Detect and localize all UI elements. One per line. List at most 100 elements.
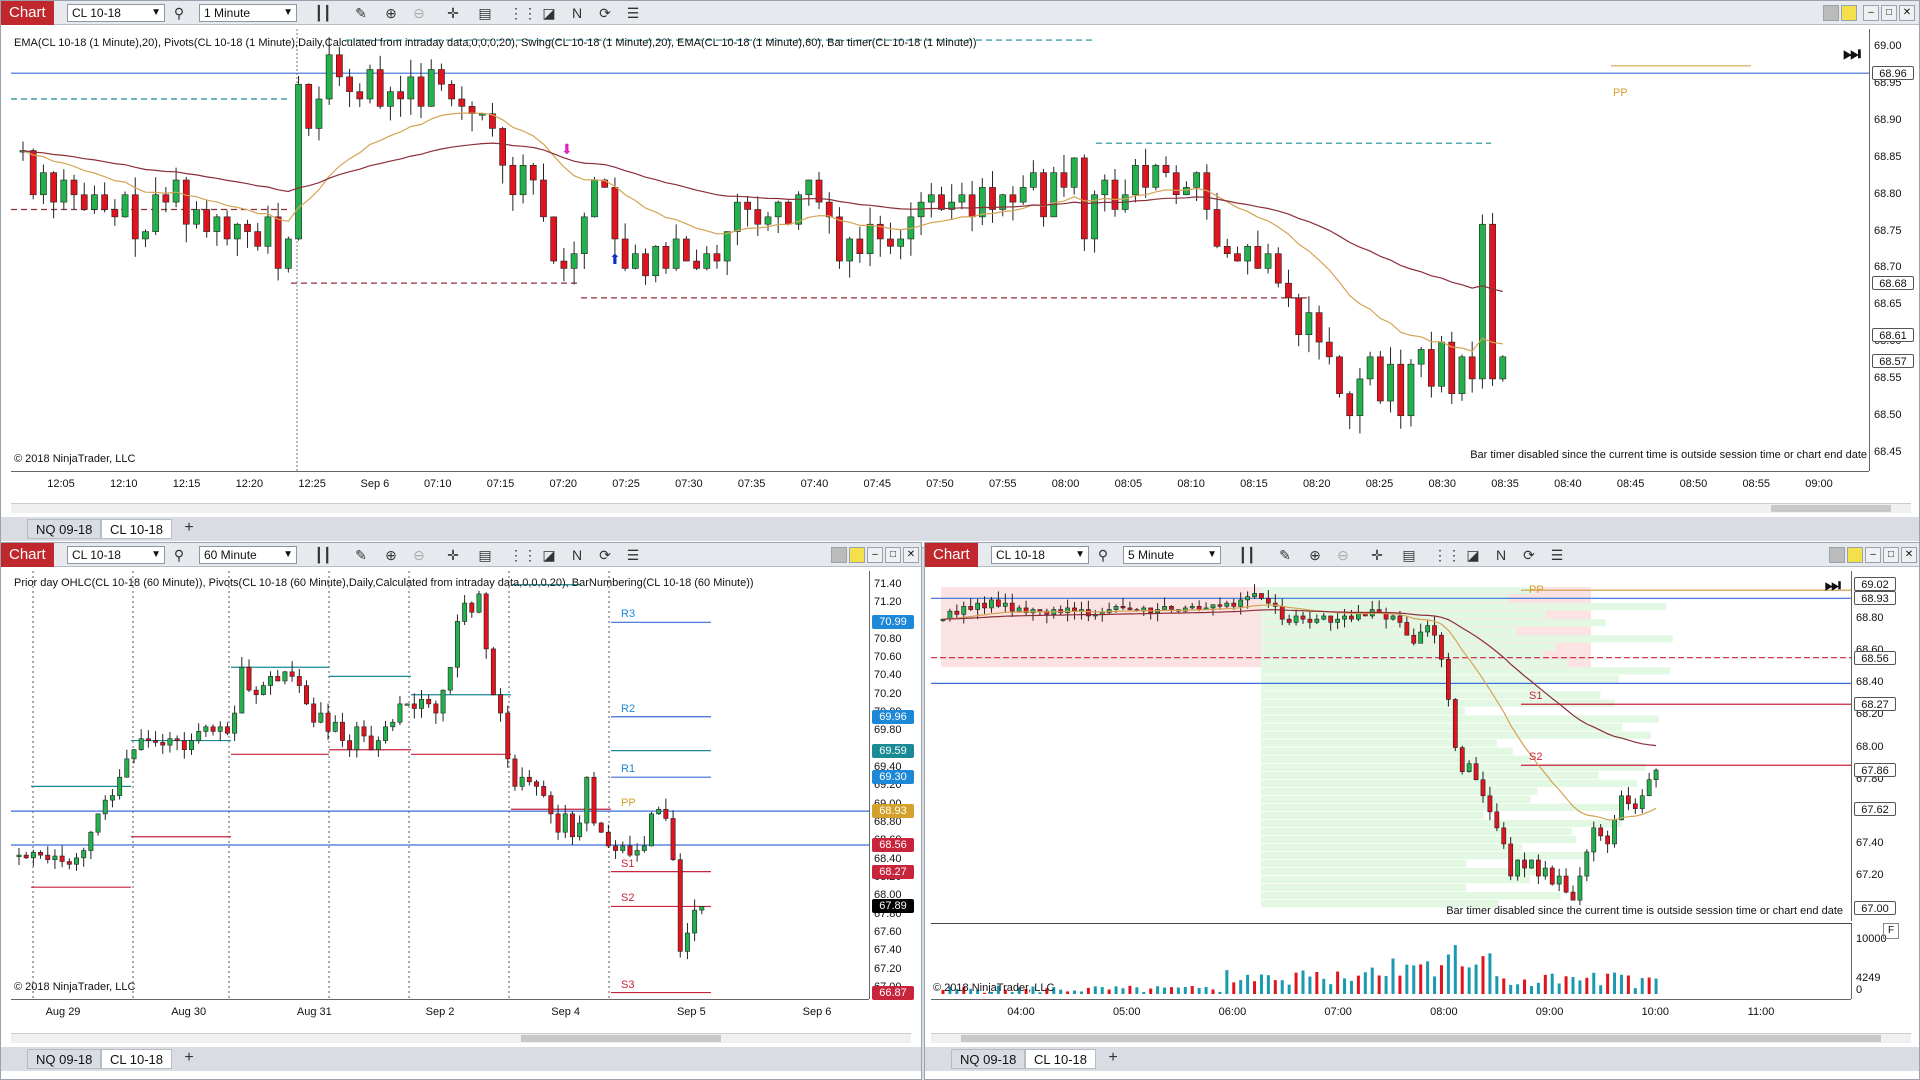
candle-body bbox=[1418, 631, 1424, 644]
zoom-out-icon[interactable]: ⊖ bbox=[1333, 545, 1353, 565]
interval-selector[interactable]: 5 Minute ▼ bbox=[1123, 546, 1221, 564]
price-panel[interactable]: Prior day OHLC(CL 10-18 (60 Minute)), Pi… bbox=[11, 571, 869, 999]
interval-selector[interactable]: 1 Minute ▼ bbox=[199, 4, 297, 22]
zoom-in-icon[interactable]: ⊕ bbox=[381, 545, 401, 565]
drawing-tools-icon[interactable]: N bbox=[567, 3, 587, 23]
indicators-icon[interactable]: ⋮⋮ bbox=[509, 3, 537, 23]
maximize-button[interactable]: □ bbox=[1883, 547, 1899, 563]
price-tick: 68.75 bbox=[1874, 224, 1902, 237]
crosshair-icon[interactable]: ✛ bbox=[443, 3, 463, 23]
time-axis[interactable]: 12:05 12:10 12:15 12:20 12:25 Sep 6 07:10 07:15… bbox=[11, 471, 1869, 501]
tab-nq[interactable]: NQ 09-18 bbox=[951, 1049, 1026, 1069]
minimize-button[interactable]: – bbox=[1863, 5, 1879, 21]
add-tab-icon[interactable]: + bbox=[1103, 1049, 1123, 1069]
close-button[interactable]: ✕ bbox=[1899, 5, 1915, 21]
pencil-icon[interactable]: ✎ bbox=[351, 545, 371, 565]
link-gray-button[interactable] bbox=[831, 547, 847, 563]
chart-badge[interactable]: Chart bbox=[1, 543, 54, 567]
strategies-icon[interactable]: ◪ bbox=[1463, 545, 1483, 565]
indicators-icon[interactable]: ⋮⋮ bbox=[509, 545, 537, 565]
search-icon[interactable]: ⚲ bbox=[1093, 545, 1113, 565]
minimize-button[interactable]: – bbox=[1865, 547, 1881, 563]
strategies-icon[interactable]: ◪ bbox=[539, 545, 559, 565]
instrument-selector[interactable]: CL 10-18 ▼ bbox=[67, 546, 165, 564]
candle-body bbox=[1259, 593, 1264, 599]
properties-icon[interactable]: ▤ bbox=[475, 545, 495, 565]
time-axis[interactable]: 04:00 05:00 06:00 07:00 08:00 09:00 10:00 11:00 bbox=[931, 999, 1851, 1029]
candle-body bbox=[1646, 779, 1652, 797]
pivot-label: S1 bbox=[621, 857, 635, 870]
pencil-icon[interactable]: ✎ bbox=[1275, 545, 1295, 565]
instrument-selector[interactable]: CL 10-18 ▼ bbox=[991, 546, 1089, 564]
horizontal-scrollbar[interactable] bbox=[11, 1033, 911, 1043]
volume-panel[interactable]: © 2018 NinjaTrader, LLC bbox=[931, 923, 1851, 999]
add-tab-icon[interactable]: + bbox=[179, 519, 199, 539]
price-axis[interactable]: 69.0068.8068.6068.4068.2068.0067.8067.60… bbox=[1851, 571, 1901, 921]
instrument-selector[interactable]: CL 10-18 ▼ bbox=[67, 4, 165, 22]
tab-cl[interactable]: CL 10-18 bbox=[101, 1049, 172, 1069]
price-axis[interactable]: 71.4071.2071.0070.8070.6070.4070.2070.00… bbox=[869, 571, 921, 1000]
bars-type-icon[interactable]: ┃┃ bbox=[313, 545, 333, 565]
link-yellow-button[interactable] bbox=[1847, 547, 1863, 563]
link-yellow-button[interactable] bbox=[849, 547, 865, 563]
interval-selector[interactable]: 60 Minute ▼ bbox=[199, 546, 297, 564]
bars-type-icon[interactable]: ┃┃ bbox=[1237, 545, 1257, 565]
candle-body bbox=[526, 776, 532, 783]
strategies-icon[interactable]: ◪ bbox=[539, 3, 559, 23]
link-gray-button[interactable] bbox=[1823, 5, 1839, 21]
price-panel[interactable]: ⬇ ⬆ EMA(CL 10-18 (1 Minute),20), Pivots(C… bbox=[11, 29, 1869, 471]
horizontal-scrollbar[interactable] bbox=[931, 1033, 1911, 1043]
link-gray-button[interactable] bbox=[1829, 547, 1845, 563]
crosshair-icon[interactable]: ✛ bbox=[443, 545, 463, 565]
menu-list-icon[interactable]: ☰ bbox=[623, 545, 643, 565]
zoom-out-icon[interactable]: ⊖ bbox=[409, 3, 429, 23]
horizontal-scrollbar[interactable] bbox=[11, 503, 1911, 513]
zoom-out-icon[interactable]: ⊖ bbox=[409, 545, 429, 565]
drawing-tools-icon[interactable]: N bbox=[567, 545, 587, 565]
tab-nq[interactable]: NQ 09-18 bbox=[27, 519, 102, 539]
maximize-button[interactable]: □ bbox=[1881, 5, 1897, 21]
zoom-in-icon[interactable]: ⊕ bbox=[1305, 545, 1325, 565]
close-button[interactable]: ✕ bbox=[1901, 547, 1917, 563]
candle-body bbox=[1425, 625, 1430, 633]
scrollbar-thumb[interactable] bbox=[1771, 505, 1891, 512]
pencil-icon[interactable]: ✎ bbox=[351, 3, 371, 23]
crosshair-icon[interactable]: ✛ bbox=[1367, 545, 1387, 565]
go-to-end-icon[interactable]: ⏭ bbox=[1843, 43, 1861, 66]
tab-cl[interactable]: CL 10-18 bbox=[1025, 1049, 1096, 1069]
close-button[interactable]: ✕ bbox=[903, 547, 919, 563]
scrollbar-thumb[interactable] bbox=[521, 1035, 721, 1042]
drawing-tools-icon[interactable]: N bbox=[1491, 545, 1511, 565]
candle-body bbox=[887, 238, 894, 247]
indicators-icon[interactable]: ⋮⋮ bbox=[1433, 545, 1461, 565]
reload-icon[interactable]: ⟳ bbox=[595, 3, 615, 23]
candle-body bbox=[325, 712, 331, 732]
price-axis[interactable]: 69.00 68.95 68.90 68.85 68.80 68.75 68.70 68.65… bbox=[1869, 29, 1919, 471]
time-tick: 07:00 bbox=[1324, 1006, 1352, 1018]
search-icon[interactable]: ⚲ bbox=[169, 545, 189, 565]
zoom-in-icon[interactable]: ⊕ bbox=[381, 3, 401, 23]
volume-axis[interactable]: 10000 4249 0 F bbox=[1851, 923, 1901, 999]
time-axis[interactable]: Aug 29 Aug 30 Aug 31 Sep 2 Sep 4 Sep 5 Sep 6 bbox=[11, 999, 869, 1029]
tab-cl[interactable]: CL 10-18 bbox=[101, 519, 172, 539]
bars-type-icon[interactable]: ┃┃ bbox=[313, 3, 333, 23]
chart-badge[interactable]: Chart bbox=[1, 1, 54, 25]
scrollbar-thumb[interactable] bbox=[961, 1035, 1881, 1042]
maximize-button[interactable]: □ bbox=[885, 547, 901, 563]
search-icon[interactable]: ⚲ bbox=[169, 3, 189, 23]
reload-icon[interactable]: ⟳ bbox=[595, 545, 615, 565]
f-icon[interactable]: F bbox=[1883, 923, 1899, 939]
add-tab-icon[interactable]: + bbox=[179, 1049, 199, 1069]
properties-icon[interactable]: ▤ bbox=[475, 3, 495, 23]
tab-nq[interactable]: NQ 09-18 bbox=[27, 1049, 102, 1069]
chart-badge[interactable]: Chart bbox=[925, 543, 978, 567]
minimize-button[interactable]: – bbox=[867, 547, 883, 563]
volume-bar bbox=[1377, 975, 1381, 994]
menu-list-icon[interactable]: ☰ bbox=[1547, 545, 1567, 565]
price-panel[interactable]: Bar timer disabled since the current tim… bbox=[931, 571, 1851, 921]
go-to-end-icon[interactable]: ⏭ bbox=[1825, 575, 1841, 596]
menu-list-icon[interactable]: ☰ bbox=[623, 3, 643, 23]
properties-icon[interactable]: ▤ bbox=[1399, 545, 1419, 565]
reload-icon[interactable]: ⟳ bbox=[1519, 545, 1539, 565]
link-yellow-button[interactable] bbox=[1841, 5, 1857, 21]
